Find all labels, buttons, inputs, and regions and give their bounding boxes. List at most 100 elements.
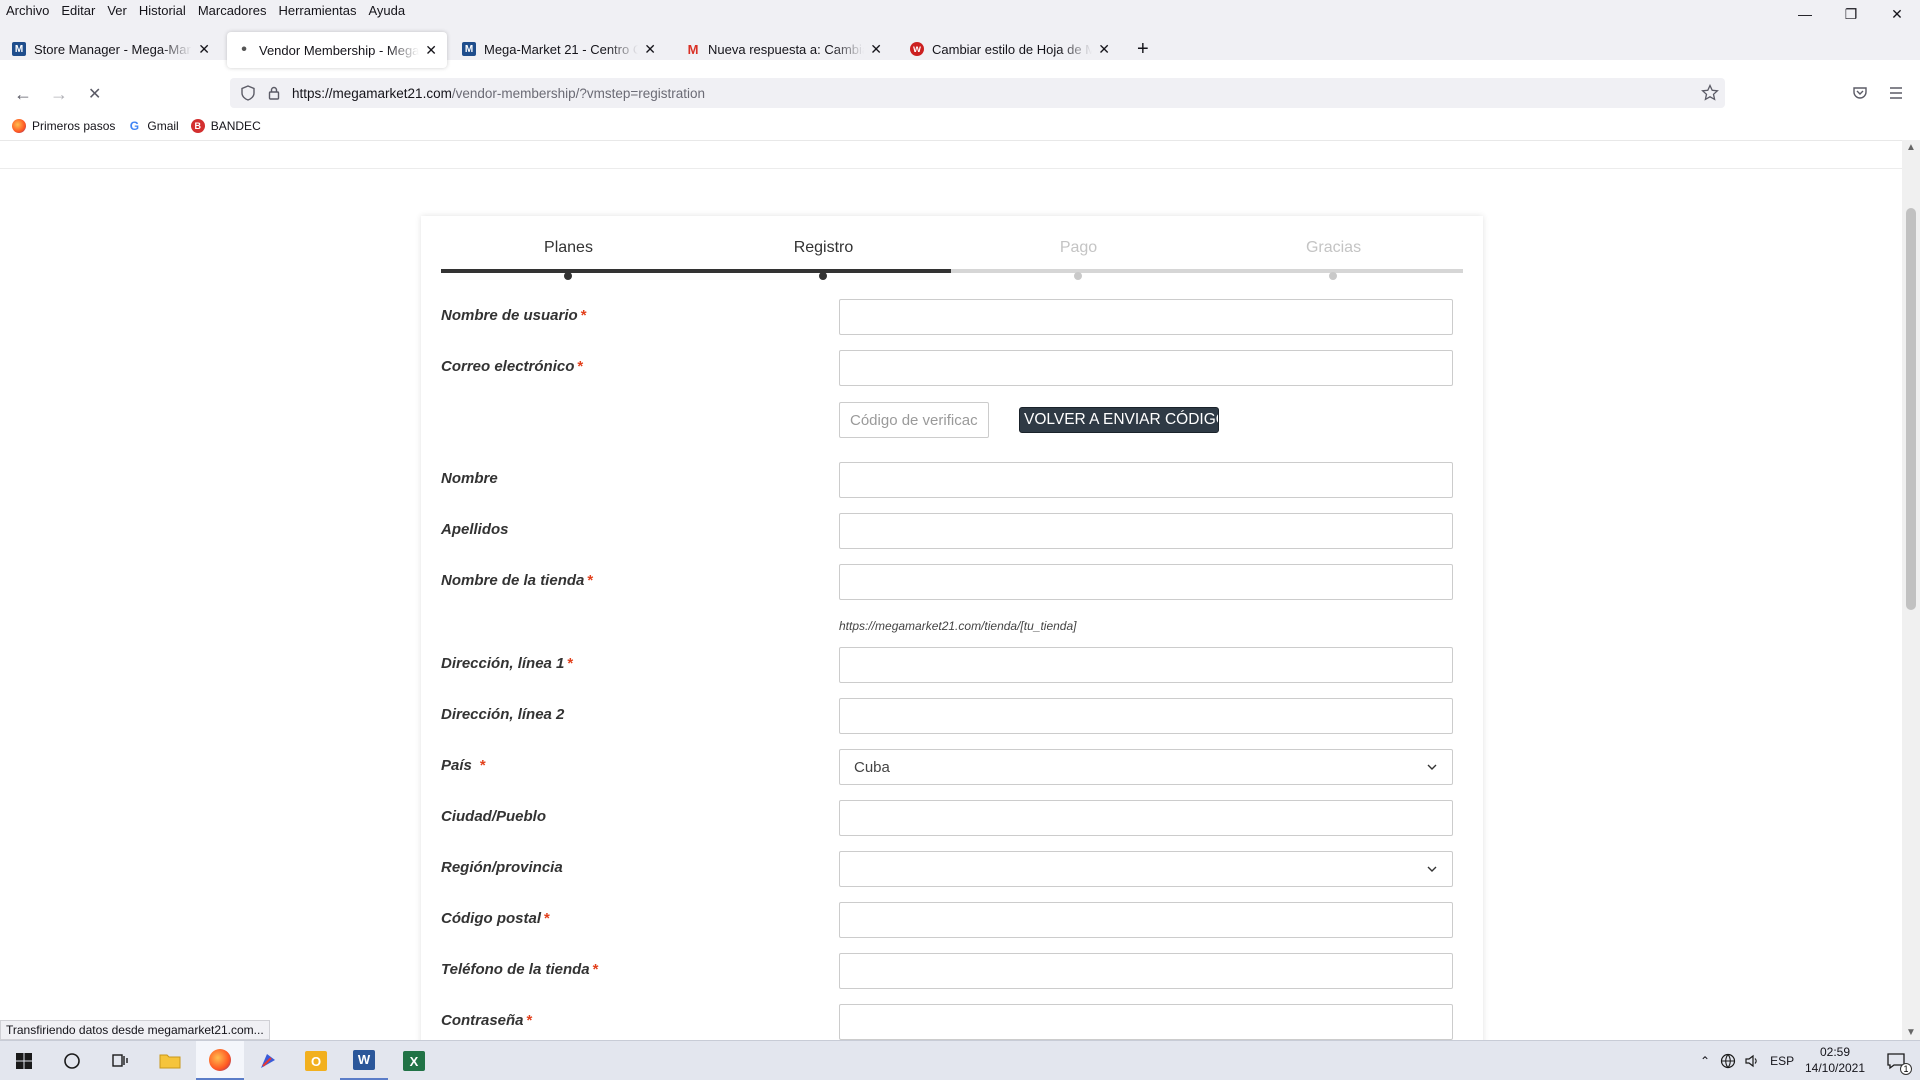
tab-label: Cambiar estilo de Hoja de Membresía [932,41,1093,57]
hamburger-menu-icon[interactable] [1887,84,1905,102]
step-dot [564,272,572,280]
bookmark-label: Primeros pasos [32,119,116,133]
lock-icon[interactable] [266,85,282,101]
step-planes[interactable]: Planes [441,239,696,257]
bandec-icon: B [190,119,205,133]
bookmark-gmail[interactable]: G Gmail [127,119,179,133]
menu-ayuda[interactable]: Ayuda [362,3,411,18]
close-icon[interactable]: ✕ [870,41,882,58]
email-input[interactable] [839,350,1453,386]
close-icon[interactable]: ✕ [425,42,437,59]
outlook-icon[interactable]: O [292,1041,340,1080]
menu-herramientas[interactable]: Herramientas [272,3,362,18]
city-input[interactable] [839,800,1453,836]
password-input[interactable] [839,1004,1453,1040]
page-scrollbar[interactable]: ▲ ▼ [1902,140,1920,1040]
tab-mega-market-centro[interactable]: M Mega-Market 21 - Centro Comercial ✕ [452,32,666,66]
pocket-icon[interactable] [1851,84,1869,102]
phone-label: Teléfono de la tienda * [441,961,599,978]
step-gracias: Gracias [1305,239,1362,256]
header-divider [0,168,1902,169]
store-name-label: Nombre de la tienda * [441,572,594,589]
store-name-input[interactable] [839,564,1453,600]
loading-dot-icon: • [241,41,247,58]
close-icon[interactable]: ✕ [198,41,210,58]
scroll-up-icon[interactable]: ▲ [1906,142,1916,153]
last-name-input[interactable] [839,513,1453,549]
first-name-input[interactable] [839,462,1453,498]
firefox-taskbar-icon[interactable] [196,1041,244,1080]
task-view-icon[interactable] [96,1041,144,1080]
globe-icon[interactable] [1720,1053,1736,1069]
scrollbar-thumb[interactable] [1906,208,1916,610]
menu-archivo[interactable]: Archivo [0,3,55,18]
language-indicator[interactable]: ESP [1770,1054,1794,1068]
chevron-up-icon[interactable]: ⌃ [1700,1054,1710,1068]
speaker-icon[interactable] [1744,1053,1760,1069]
taskbar-clock[interactable]: 02:59 14/10/2021 [1803,1044,1867,1076]
word-icon[interactable]: W [340,1041,388,1080]
navigation-bar: ← → ✕ https://megamarket21.com/vendor-me… [0,74,1920,112]
tab-store-manager[interactable]: M Store Manager - Mega-Market 2 ✕ [2,32,220,66]
bookmarks-bar: Primeros pasos G Gmail B BANDEC [0,114,1920,138]
menu-editar[interactable]: Editar [55,3,101,18]
bookmark-bandec[interactable]: B BANDEC [190,119,261,133]
vendor-membership-card: Planes Registro Pago Gracias Nombre de u… [421,216,1483,1040]
url-bar[interactable]: https://megamarket21.com/vendor-membersh… [230,78,1725,108]
step-dot [1329,272,1337,280]
city-label: Ciudad/Pueblo [441,808,546,825]
tab-vendor-membership[interactable]: • Vendor Membership - Mega-Market ✕ [227,32,447,68]
menu-bar: Archivo Editar Ver Historial Marcadores … [0,0,1920,20]
back-arrow-icon[interactable]: ← [14,84,32,105]
w-favicon-icon: w [910,42,924,56]
notification-center-icon[interactable]: 1 [1872,1041,1920,1080]
file-explorer-icon[interactable] [146,1041,194,1080]
windows-start-icon[interactable] [0,1041,48,1080]
email-label: Correo electrónico * [441,358,584,375]
region-select[interactable] [839,851,1453,887]
postcode-input[interactable] [839,902,1453,938]
google-icon: G [127,119,142,133]
url-host: https://megamarket21.com [292,85,452,101]
gmail-icon: M [687,41,699,57]
new-tab-button[interactable]: + [1137,38,1149,61]
last-name-label: Apellidos [441,521,509,538]
verification-code-input[interactable] [839,402,989,438]
shield-icon[interactable] [240,85,256,101]
scroll-down-icon[interactable]: ▼ [1906,1027,1916,1038]
step-pago: Pago [1059,239,1098,256]
app-taskbar-icon[interactable] [244,1041,292,1080]
tab-label: Mega-Market 21 - Centro Comercial [484,41,639,57]
windows-taskbar: O W X ⌃ ESP 02:59 14/10/2021 1 [0,1040,1920,1080]
search-circle-icon[interactable] [48,1041,96,1080]
close-icon[interactable]: ✕ [1098,41,1110,58]
close-icon[interactable]: ✕ [644,41,656,58]
tab-cambiar-estilo[interactable]: w Cambiar estilo de Hoja de Membresía ✕ [900,32,1120,66]
stop-loading-icon[interactable]: ✕ [88,84,101,104]
page-content: Planes Registro Pago Gracias Nombre de u… [0,140,1902,1040]
step-registro: Registro [793,239,854,256]
progress-bar-done [441,269,951,273]
excel-icon[interactable]: X [390,1041,438,1080]
tab-label: Store Manager - Mega-Market 2 [34,41,192,57]
store-url-hint: https://megamarket21.com/tienda/[tu_tien… [839,619,1077,633]
tab-gmail-respuesta[interactable]: M Nueva respuesta a: Cambiar estilo ✕ [676,32,892,66]
bookmark-label: Gmail [147,119,179,133]
menu-historial[interactable]: Historial [133,3,192,18]
resend-code-button[interactable]: VOLVER A ENVIAR CÓDIGO [1019,407,1219,433]
bookmark-label: BANDEC [210,119,261,133]
username-input[interactable] [839,299,1453,335]
bookmark-star-icon[interactable] [1701,84,1719,102]
bookmark-primeros-pasos[interactable]: Primeros pasos [12,119,115,133]
menu-marcadores[interactable]: Marcadores [192,3,273,18]
postcode-label: Código postal * [441,910,550,927]
phone-input[interactable] [839,953,1453,989]
country-select[interactable]: Cuba [839,749,1453,785]
address1-input[interactable] [839,647,1453,683]
tab-strip: M Store Manager - Mega-Market 2 ✕ • Vend… [0,20,1920,68]
chevron-down-icon [1427,764,1437,770]
forward-arrow-icon[interactable]: → [50,84,68,105]
menu-ver[interactable]: Ver [101,3,133,18]
system-tray: ⌃ ESP [1700,1041,1794,1080]
address2-input[interactable] [839,698,1453,734]
